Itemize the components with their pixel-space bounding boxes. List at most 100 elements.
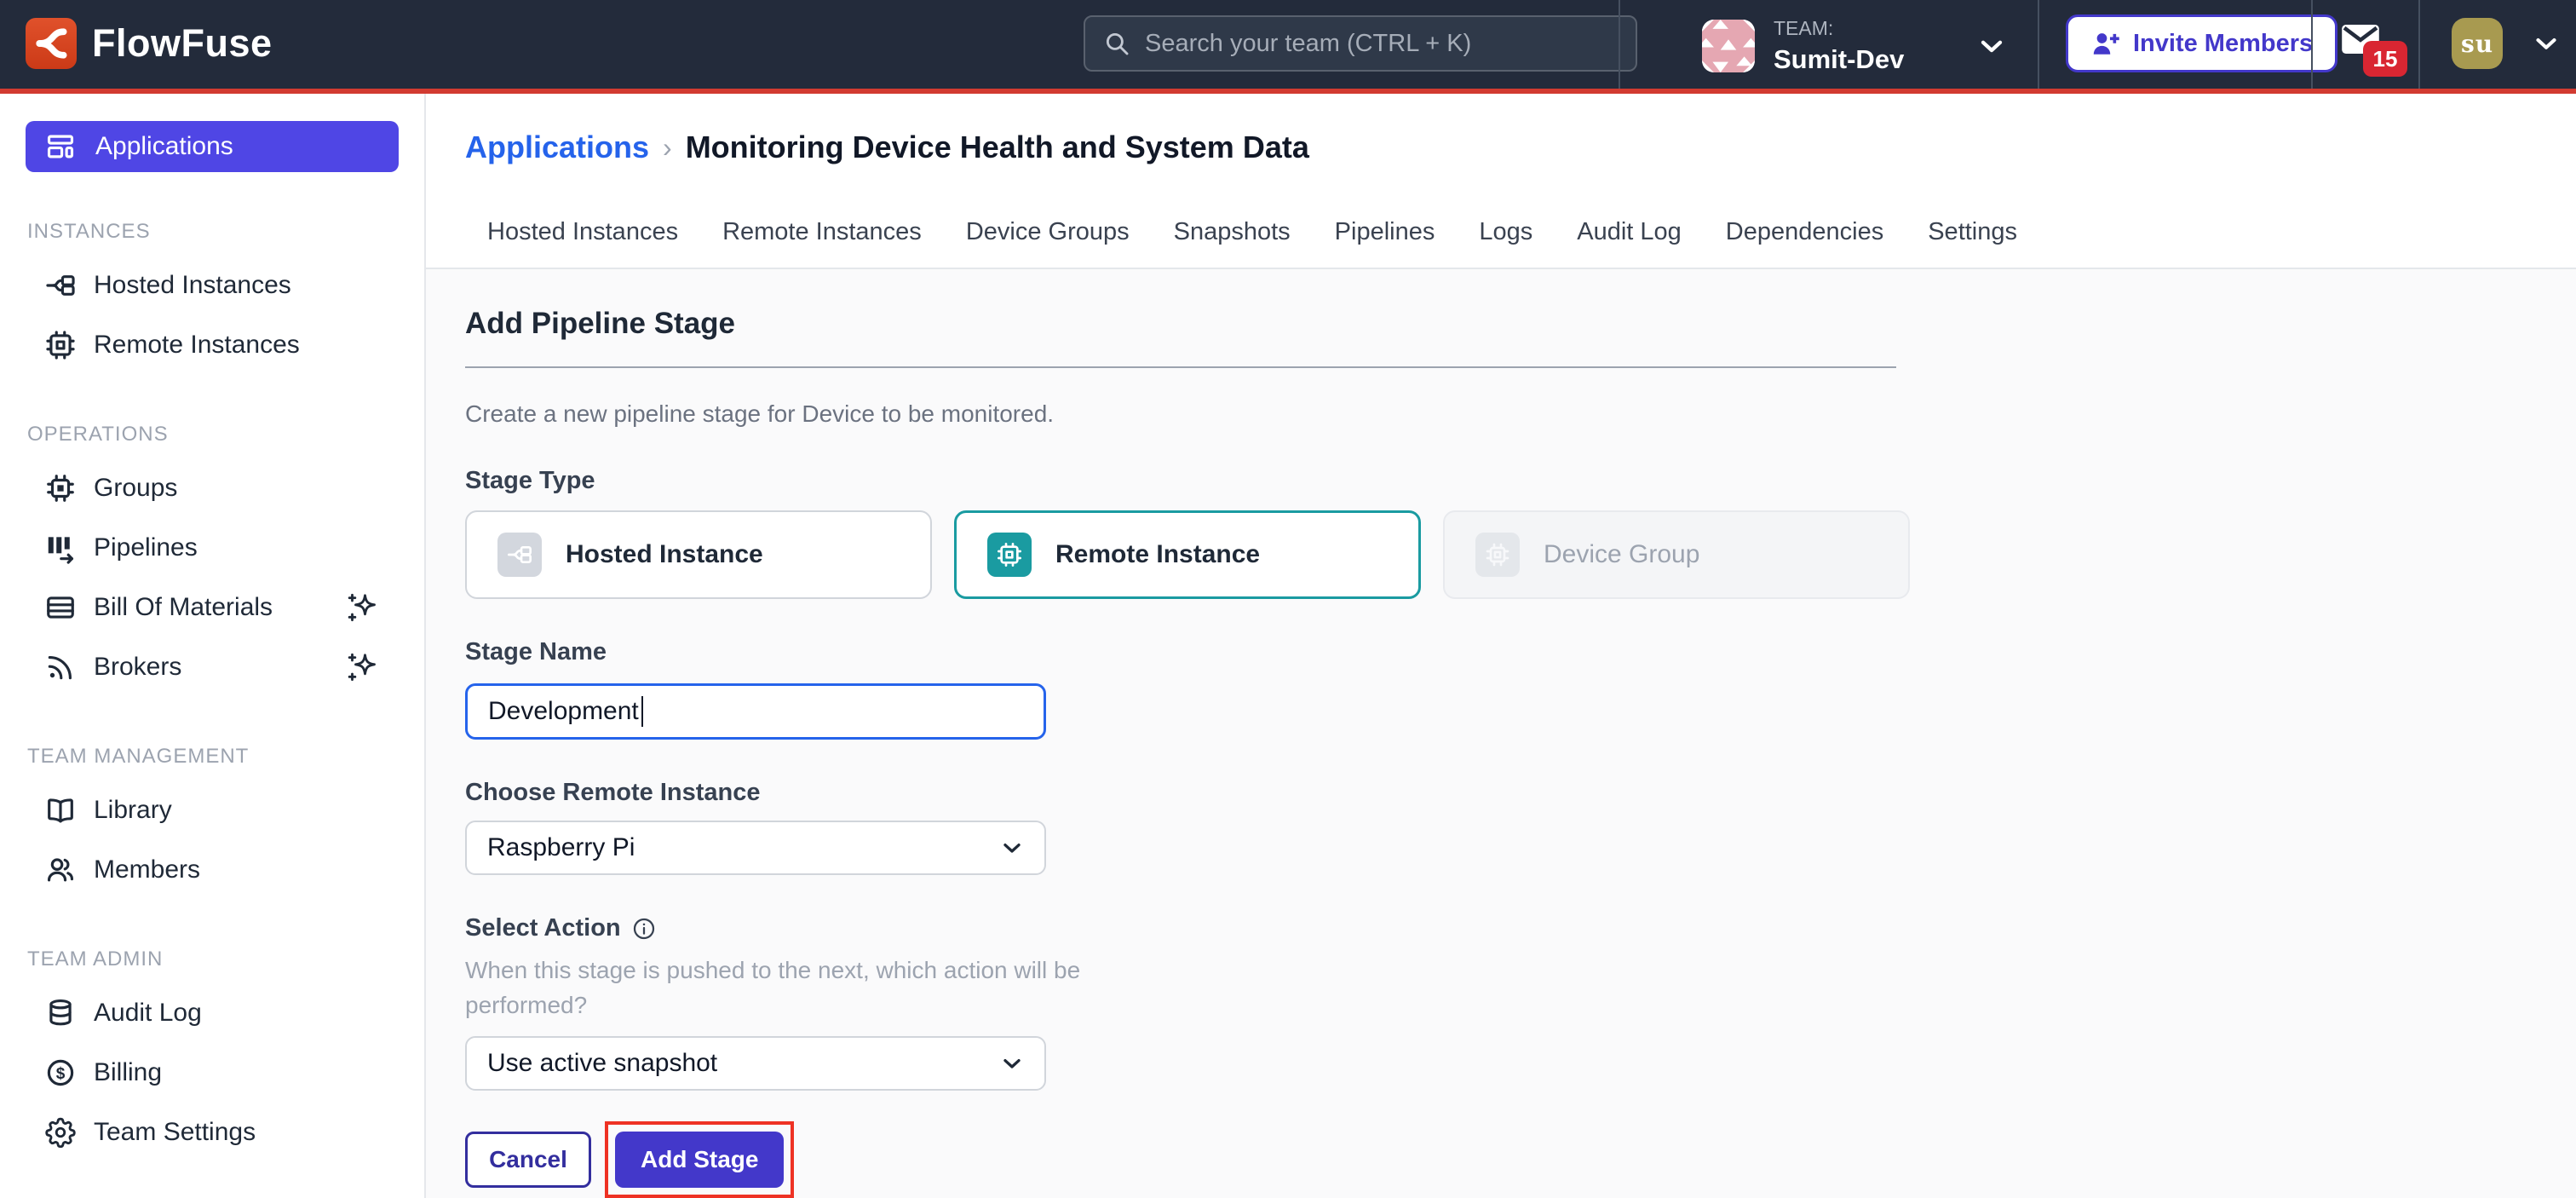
sidebar-section-team-admin: TEAM ADMIN xyxy=(27,947,424,971)
sidebar-item-label: Groups xyxy=(94,474,177,503)
add-pipeline-stage-form: Add Pipeline Stage Create a new pipeline… xyxy=(426,269,2576,1198)
tab-snapshots[interactable]: Snapshots xyxy=(1152,204,1313,260)
stage-type-device-group: Device Group xyxy=(1443,510,1910,599)
remote-instance-select[interactable]: Raspberry Pi xyxy=(465,821,1046,875)
stage-type-remote-instance[interactable]: Remote Instance xyxy=(954,510,1421,599)
remote-instance-label: Choose Remote Instance xyxy=(465,779,2537,807)
search-placeholder: Search your team (CTRL + K) xyxy=(1145,30,1471,58)
team-name: Sumit-Dev xyxy=(1774,44,1904,75)
stage-type-option-label: Hosted Instance xyxy=(566,540,763,569)
audit-log-icon xyxy=(44,997,77,1029)
info-icon[interactable] xyxy=(631,916,657,942)
top-navbar: FlowFuse Search your team (CTRL + K) TEA… xyxy=(0,0,2576,89)
notifications-button[interactable]: 15 xyxy=(2341,24,2418,84)
hosted-instance-icon xyxy=(497,533,542,577)
application-tabs: Hosted Instances Remote Instances Device… xyxy=(465,204,2576,260)
sidebar-item-pipelines[interactable]: Pipelines xyxy=(0,518,424,578)
user-avatar: SU xyxy=(2452,18,2503,69)
library-icon xyxy=(44,794,77,827)
team-label: TEAM: xyxy=(1774,17,1904,40)
sparkles-icon xyxy=(346,650,380,684)
sidebar-item-groups[interactable]: Groups xyxy=(0,458,424,518)
sidebar-section-team-management: TEAM MANAGEMENT xyxy=(27,745,424,769)
settings-icon xyxy=(44,1116,77,1149)
chevron-down-icon xyxy=(998,1050,1026,1077)
user-plus-icon xyxy=(2090,28,2121,59)
notification-count-badge: 15 xyxy=(2363,41,2407,77)
sidebar-item-team-settings[interactable]: Team Settings xyxy=(0,1103,424,1162)
chevron-down-icon xyxy=(998,834,1026,861)
sidebar-item-remote-instances[interactable]: Remote Instances xyxy=(0,315,424,375)
broker-icon xyxy=(44,651,77,683)
stage-name-value: Development xyxy=(488,697,639,726)
team-selector[interactable]: TEAM: Sumit-Dev xyxy=(1702,17,1904,75)
stage-type-hosted-instance[interactable]: Hosted Instance xyxy=(465,510,932,599)
tab-logs[interactable]: Logs xyxy=(1457,204,1555,260)
sidebar-item-label: Brokers xyxy=(94,653,181,682)
sidebar-item-bill-of-materials[interactable]: Bill Of Materials xyxy=(0,578,424,637)
sidebar: Applications INSTANCES Hosted Instances … xyxy=(0,94,426,1198)
tab-audit-log[interactable]: Audit Log xyxy=(1555,204,1704,260)
brand-name: FlowFuse xyxy=(92,21,273,66)
search-icon xyxy=(1102,29,1131,58)
remote-instance-chip-icon xyxy=(987,533,1032,577)
stage-type-option-label: Remote Instance xyxy=(1055,540,1260,569)
navbar-divider xyxy=(2311,0,2313,89)
stage-name-input[interactable]: Development xyxy=(465,683,1046,740)
tab-pipelines[interactable]: Pipelines xyxy=(1313,204,1458,260)
invite-members-label: Invite Members xyxy=(2133,30,2313,58)
user-chevron-down-icon xyxy=(2530,27,2562,60)
tab-device-groups[interactable]: Device Groups xyxy=(944,204,1152,260)
remote-instances-icon xyxy=(44,329,77,361)
page-title: Monitoring Device Health and System Data xyxy=(686,128,1309,167)
action-select[interactable]: Use active snapshot xyxy=(465,1036,1046,1091)
sidebar-item-library[interactable]: Library xyxy=(0,780,424,840)
stage-type-options: Hosted Instance Remote Instance xyxy=(465,510,2537,599)
invite-members-button[interactable]: Invite Members xyxy=(2066,14,2337,72)
select-action-label: Select Action xyxy=(465,914,2537,942)
sidebar-item-billing[interactable]: $ Billing xyxy=(0,1043,424,1103)
form-description: Create a new pipeline stage for Device t… xyxy=(465,400,2537,428)
bill-of-materials-icon xyxy=(44,591,77,624)
search-input[interactable]: Search your team (CTRL + K) xyxy=(1084,15,1637,72)
sidebar-item-applications[interactable]: Applications xyxy=(26,121,399,172)
flowfuse-logo-icon xyxy=(26,18,77,69)
sidebar-item-members[interactable]: Members xyxy=(0,840,424,900)
tab-remote-instances[interactable]: Remote Instances xyxy=(700,204,944,260)
sparkles-icon xyxy=(346,590,380,625)
tab-dependencies[interactable]: Dependencies xyxy=(1704,204,1906,260)
cancel-button[interactable]: Cancel xyxy=(465,1132,591,1188)
text-cursor xyxy=(641,696,643,727)
sidebar-item-label: Members xyxy=(94,855,200,884)
flowfuse-brand[interactable]: FlowFuse xyxy=(26,18,273,69)
billing-icon: $ xyxy=(44,1057,77,1089)
navbar-divider xyxy=(2418,0,2420,89)
title-divider xyxy=(465,366,1896,368)
device-group-icon xyxy=(1475,533,1520,577)
sidebar-item-label: Audit Log xyxy=(94,999,202,1028)
sidebar-item-hosted-instances[interactable]: Hosted Instances xyxy=(0,256,424,315)
stage-type-label: Stage Type xyxy=(465,467,2537,495)
action-value: Use active snapshot xyxy=(487,1049,717,1078)
sidebar-item-label: Applications xyxy=(95,132,233,161)
main-panel: Applications › Monitoring Device Health … xyxy=(426,94,2576,1198)
user-menu[interactable]: SU xyxy=(2452,18,2562,69)
tab-hosted-instances[interactable]: Hosted Instances xyxy=(465,204,700,260)
team-avatar xyxy=(1702,20,1755,72)
sidebar-section-instances: INSTANCES xyxy=(27,220,424,244)
page-header: Applications › Monitoring Device Health … xyxy=(426,94,2576,269)
breadcrumb-chevron-icon: › xyxy=(663,128,672,167)
members-icon xyxy=(44,854,77,886)
svg-text:$: $ xyxy=(56,1065,66,1083)
tab-settings[interactable]: Settings xyxy=(1906,204,2039,260)
select-action-label-text: Select Action xyxy=(465,914,621,942)
sidebar-item-brokers[interactable]: Brokers xyxy=(0,637,424,697)
team-chevron-down-icon[interactable] xyxy=(1975,29,2009,63)
applications-icon xyxy=(44,130,77,163)
form-title: Add Pipeline Stage xyxy=(465,307,2537,341)
select-action-help-text: When this stage is pushed to the next, w… xyxy=(465,953,1189,1022)
sidebar-item-audit-log[interactable]: Audit Log xyxy=(0,983,424,1043)
stage-name-label: Stage Name xyxy=(465,638,2537,666)
breadcrumb-applications-link[interactable]: Applications xyxy=(465,128,649,167)
add-stage-button[interactable]: Add Stage xyxy=(615,1132,784,1188)
